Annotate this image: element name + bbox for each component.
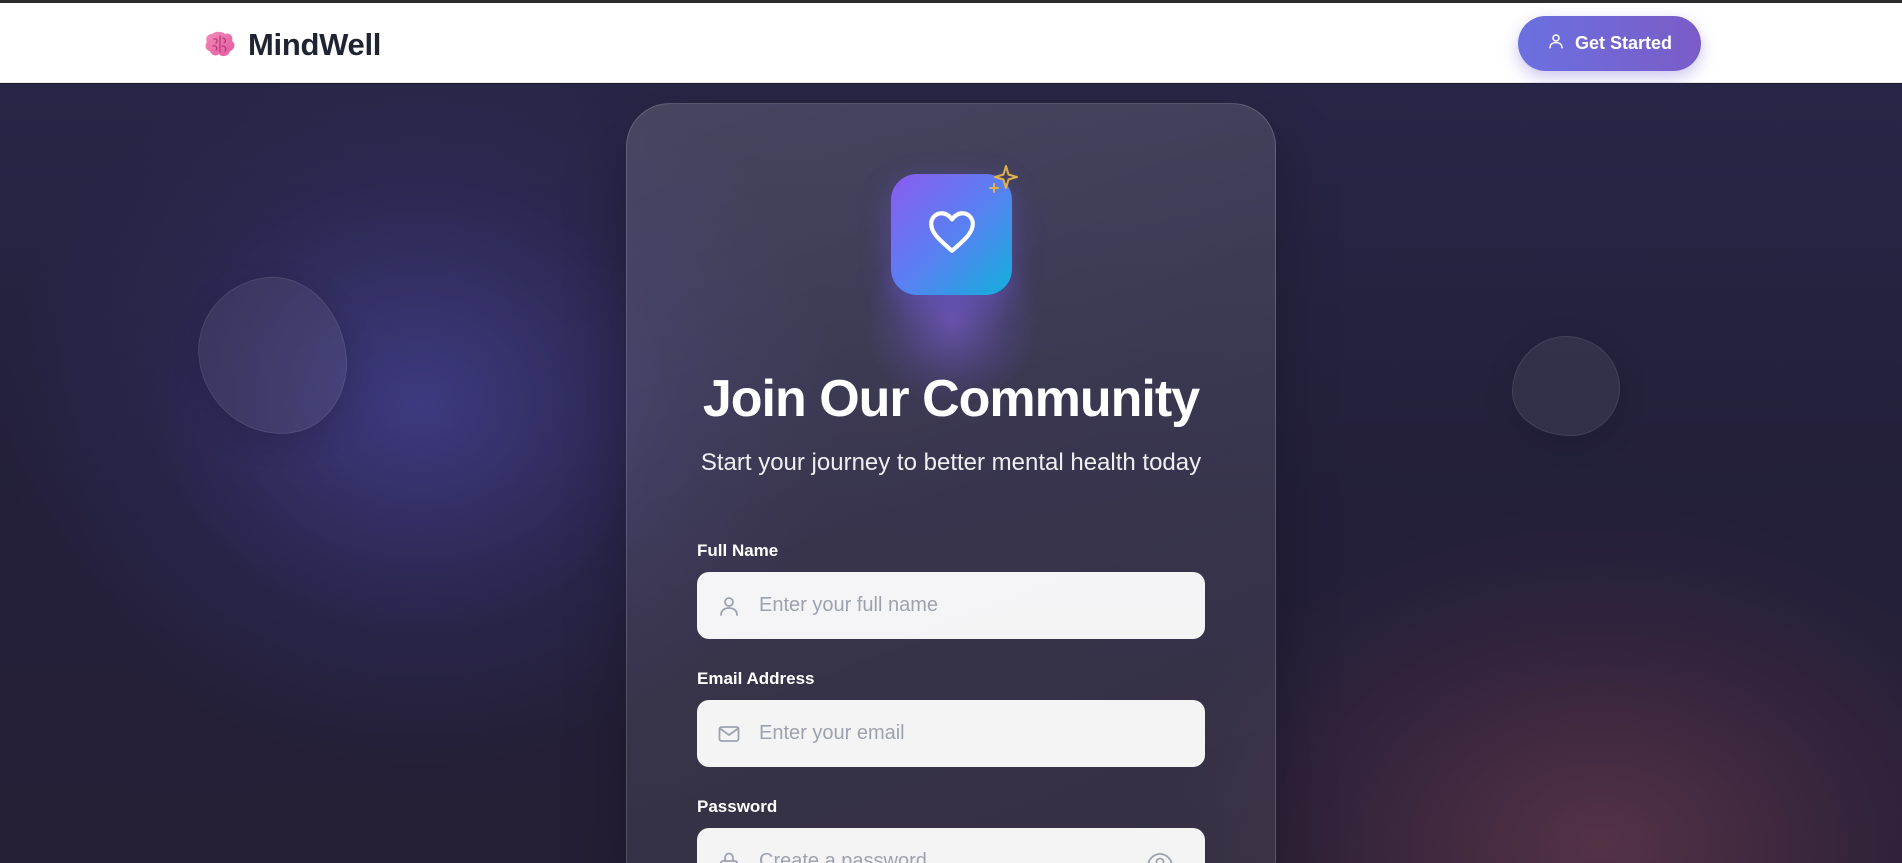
sparkle-icon [986, 162, 1022, 203]
brand-logo[interactable]: MindWell [204, 27, 381, 63]
page-title: Join Our Community [702, 370, 1200, 428]
email-label: Email Address [697, 669, 815, 688]
heart-icon [927, 209, 977, 260]
email-field[interactable] [697, 700, 1205, 767]
password-field[interactable] [697, 828, 1205, 863]
decorative-blob-right [1512, 336, 1620, 436]
eye-icon[interactable] [1147, 850, 1173, 863]
signup-hero: Join Our Community Start your journey to… [0, 84, 1902, 863]
user-icon [717, 594, 741, 618]
navbar: MindWell Get Started [0, 3, 1902, 83]
email-input[interactable] [759, 700, 1159, 767]
full-name-field[interactable] [697, 572, 1205, 639]
full-name-input[interactable] [759, 572, 1159, 639]
mail-icon [717, 722, 741, 746]
get-started-label: Get Started [1574, 33, 1673, 53]
decorative-blob-left [188, 267, 357, 445]
password-input[interactable] [759, 828, 1159, 863]
brand-name: MindWell [248, 27, 382, 62]
lock-icon [717, 850, 741, 863]
brain-icon [204, 30, 236, 60]
full-name-label: Full Name [697, 541, 779, 560]
user-icon [1547, 32, 1565, 55]
password-label: Password [697, 797, 778, 816]
get-started-button[interactable]: Get Started [1518, 16, 1701, 71]
page-subtitle: Start your journey to better mental heal… [700, 449, 1202, 476]
